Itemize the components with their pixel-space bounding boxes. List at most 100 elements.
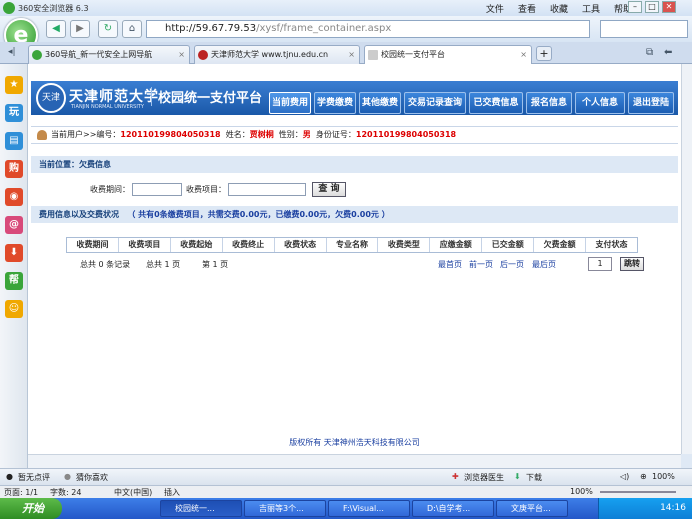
star-icon[interactable]: ★ [5, 76, 23, 94]
shop-icon[interactable]: 购 [5, 160, 23, 178]
nav-transaction-query[interactable]: 交易记录查询 [404, 92, 466, 114]
close-icon[interactable]: ✕ [662, 1, 676, 13]
back-icon[interactable]: ◀ [46, 20, 66, 38]
menu-view[interactable]: 查看 [518, 2, 536, 15]
col-item: 收费项目 [119, 238, 171, 252]
user-gender: 男 [302, 130, 311, 139]
tab-list-icon[interactable]: ⧉ [646, 47, 653, 58]
address-path: /xysf/frame_container.aspx [256, 23, 392, 34]
tab-payment-platform[interactable]: 校园统一支付平台 × [364, 45, 532, 64]
zoom-slider[interactable] [600, 491, 676, 493]
user-id: 120110199804050318 [120, 130, 221, 139]
like-icon: ● [64, 472, 71, 481]
tab-back-icon[interactable]: ⬅ [664, 47, 672, 58]
menu-tools[interactable]: 工具 [582, 2, 600, 15]
query-button[interactable]: 查 询 [312, 182, 346, 197]
volume-icon[interactable]: ◁) [620, 472, 629, 481]
maximize-icon[interactable]: □ [645, 1, 659, 13]
university-name-en: TIANJIN NORMAL UNIVERSITY [71, 104, 144, 110]
menu-file[interactable]: 文件 [486, 2, 504, 15]
browser-menu: 文件 查看 收藏 工具 帮助 [486, 2, 632, 15]
page-number-input[interactable]: 1 [588, 257, 612, 271]
home-icon[interactable]: ⌂ [122, 20, 142, 38]
tab-360-nav[interactable]: 360导航_新一代安全上网导航 × [28, 45, 190, 64]
menu-favorites[interactable]: 收藏 [550, 2, 568, 15]
user-prefix: 当前用户>>编号： [51, 130, 121, 139]
doctor-icon: ✚ [452, 472, 459, 481]
nav-current-fees[interactable]: 当前费用 [269, 92, 311, 114]
summary-bar: 费用信息以及交费状况 （ 共有0条缴费项目，共需交费0.00元，已缴费0.00元… [31, 206, 678, 223]
windows-taskbar: 开始 校园统一... 吉丽等3个... F:\Visual... D:\自学考.… [0, 498, 692, 519]
status-chars: 字数: 24 [50, 488, 82, 497]
search-input[interactable] [600, 20, 688, 38]
status-download[interactable]: 下载 [526, 472, 542, 483]
address-host: http://59.67.79.53 [165, 23, 257, 34]
horizontal-scrollbar[interactable] [28, 454, 681, 468]
new-tab-button[interactable]: + [536, 46, 552, 61]
nav-logout[interactable]: 退出登陆 [628, 92, 674, 114]
pager-prev-link[interactable]: 前一页 [469, 258, 493, 272]
taskbar-item-payment[interactable]: 校园统一... [160, 500, 242, 517]
system-tray: 14:16 [598, 498, 692, 519]
taskbar-item-folder[interactable]: D:\自学考... [412, 500, 494, 517]
taskbar-item-word[interactable]: 吉丽等3个... [244, 500, 326, 517]
status-recommend[interactable]: 猜你喜欢 [76, 472, 108, 483]
status-comment[interactable]: 暂无点评 [18, 472, 50, 483]
user-info-line: 当前用户>>编号：120110199804050318 姓名：贾树桐 性别：男 … [31, 126, 678, 144]
period-input[interactable] [132, 183, 182, 196]
tab-close-icon[interactable]: × [520, 46, 527, 63]
play-icon[interactable]: 玩 [5, 104, 23, 122]
address-bar[interactable]: http://59.67.79.53/xysf/frame_container.… [146, 20, 590, 38]
status-page: 页面: 1/1 [4, 488, 39, 497]
vertical-scrollbar[interactable] [681, 64, 692, 454]
nav-tuition-payment[interactable]: 学费缴费 [314, 92, 356, 114]
tab-close-icon[interactable]: × [178, 46, 185, 63]
copyright-footer: 版权所有 天津神州浩天科技有限公司 [289, 438, 420, 447]
nav-personal-info[interactable]: 个人信息 [575, 92, 625, 114]
tab-label: 天津师范大学 www.tjnu.edu.cn [211, 50, 329, 59]
nav-paid-info[interactable]: 已交费信息 [469, 92, 523, 114]
item-input[interactable] [228, 183, 306, 196]
summary-text: （ 共有0条缴费项目，共需交费0.00元，已缴费0.00元，欠费0.00元 ） [127, 210, 390, 219]
mail-icon[interactable]: @ [5, 216, 23, 234]
tab-label: 360导航_新一代安全上网导航 [45, 50, 153, 59]
tab-tjnu[interactable]: 天津师范大学 www.tjnu.edu.cn × [194, 45, 360, 64]
download-icon[interactable]: ⬇ [5, 244, 23, 262]
forward-icon[interactable]: ▶ [70, 20, 90, 38]
user-idcard-label: 身份证号： [315, 130, 356, 139]
comment-icon: ● [6, 472, 13, 481]
clock: 14:16 [660, 503, 686, 513]
minimize-icon[interactable]: – [628, 1, 642, 13]
taskbar-item-app[interactable]: 文庚平台... [496, 500, 568, 517]
nav-registration-info[interactable]: 报名信息 [526, 92, 572, 114]
browser-title: 360安全浏览器 6.3 [18, 4, 89, 13]
start-button[interactable]: 开始 [0, 498, 62, 519]
browser-logo-icon [3, 2, 15, 14]
sidebar-toggle-icon[interactable]: ◂| [8, 47, 16, 57]
page-content: 天津 天津师范大学 TIANJIN NORMAL UNIVERSITY 校园统一… [28, 64, 681, 454]
browser-title-bar: 360安全浏览器 6.3 文件 查看 收藏 工具 帮助 – □ ✕ [0, 0, 692, 16]
user-name-label: 姓名： [225, 130, 250, 139]
user-icon [37, 130, 47, 140]
go-button[interactable]: 跳转 [620, 257, 644, 271]
tab-tjnu-icon [198, 50, 208, 60]
pager-last-link[interactable]: 最后页 [532, 258, 556, 272]
status-zoom-level: 100% [570, 487, 593, 496]
fee-table-header: 收费期间 收费项目 收费起始 收费终止 收费状态 专业名称 收费类型 应缴金额 … [66, 237, 638, 253]
nav-other-payment[interactable]: 其他缴费 [359, 92, 401, 114]
book-icon[interactable]: ▤ [5, 132, 23, 150]
status-zoom[interactable]: 100% [652, 472, 675, 481]
col-major: 专业名称 [327, 238, 379, 252]
refresh-icon[interactable]: ↻ [98, 20, 118, 38]
location-bar: 当前位置：欠费信息 [31, 156, 678, 173]
status-browser-doctor[interactable]: 浏览器医生 [464, 472, 504, 483]
pager-next-link[interactable]: 后一页 [500, 258, 524, 272]
tab-close-icon[interactable]: × [348, 46, 355, 63]
pager-first-link[interactable]: 最首页 [438, 258, 462, 272]
face-icon[interactable]: ☺ [5, 300, 23, 318]
help-icon[interactable]: 帮 [5, 272, 23, 290]
weibo-icon[interactable]: ◉ [5, 188, 23, 206]
system-title: 校园统一支付平台 [151, 87, 262, 106]
col-paid: 已交金额 [482, 238, 535, 252]
taskbar-item-visual[interactable]: F:\Visual... [328, 500, 410, 517]
